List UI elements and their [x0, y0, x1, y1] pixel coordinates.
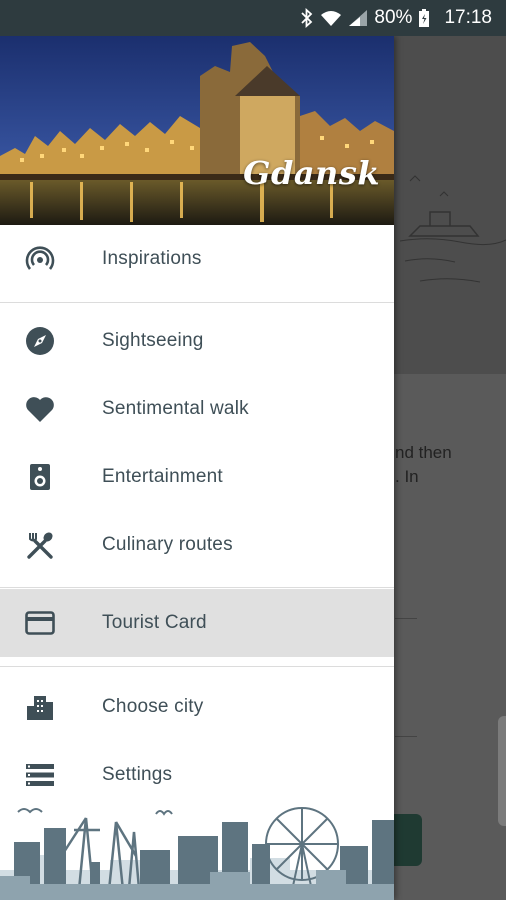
menu-item-label: Sentimental walk [102, 398, 249, 419]
menu-item-settings[interactable]: Settings [0, 741, 394, 809]
menu-item-sentimental-walk[interactable]: Sentimental walk [0, 375, 394, 443]
speaker-icon [24, 461, 56, 493]
menu-item-label: Entertainment [102, 466, 223, 487]
status-bar: 80% 17:18 [0, 0, 506, 36]
background-text: nd then . In [395, 443, 452, 486]
menu-item-tourist-card[interactable]: Tourist Card [0, 589, 394, 657]
background-fab [498, 716, 506, 826]
menu-item-choose-city[interactable]: Choose city [0, 673, 394, 741]
signal-icon [348, 9, 368, 27]
clock: 17:18 [444, 7, 492, 28]
menu-item-culinary-routes[interactable]: Culinary routes [0, 511, 394, 579]
compass-icon [24, 325, 56, 357]
background-button [392, 814, 422, 866]
menu-divider [0, 666, 394, 667]
menu-item-label: Tourist Card [102, 612, 207, 633]
menu-divider [0, 587, 394, 588]
menu-item-label: Sightseeing [102, 330, 204, 351]
menu-item-label: Culinary routes [102, 534, 233, 555]
broadcast-icon [24, 243, 56, 275]
background-divider [395, 736, 417, 737]
card-icon [24, 607, 56, 639]
menu-item-label: Settings [102, 764, 173, 785]
skyline-illustration [0, 800, 394, 900]
cutlery-icon [24, 529, 56, 561]
list-icon [24, 759, 56, 791]
city-icon [24, 691, 56, 723]
bluetooth-icon [300, 8, 314, 28]
wifi-icon [320, 9, 342, 27]
menu-item-entertainment[interactable]: Entertainment [0, 443, 394, 511]
menu-item-label: Choose city [102, 696, 204, 717]
navigation-drawer[interactable]: Gdansk Inspirations Sightseeing Sentimen… [0, 36, 394, 900]
heart-icon [24, 393, 56, 425]
menu-item-label: Inspirations [102, 248, 202, 269]
menu-item-inspirations[interactable]: Inspirations [0, 225, 394, 293]
menu-divider [0, 302, 394, 303]
battery-percent: 80% [374, 7, 413, 28]
background-divider [395, 618, 417, 619]
drawer-header-image: Gdansk [0, 36, 394, 225]
menu-item-sightseeing[interactable]: Sightseeing [0, 307, 394, 375]
city-title: Gdansk [243, 154, 380, 192]
battery-icon [418, 8, 430, 28]
